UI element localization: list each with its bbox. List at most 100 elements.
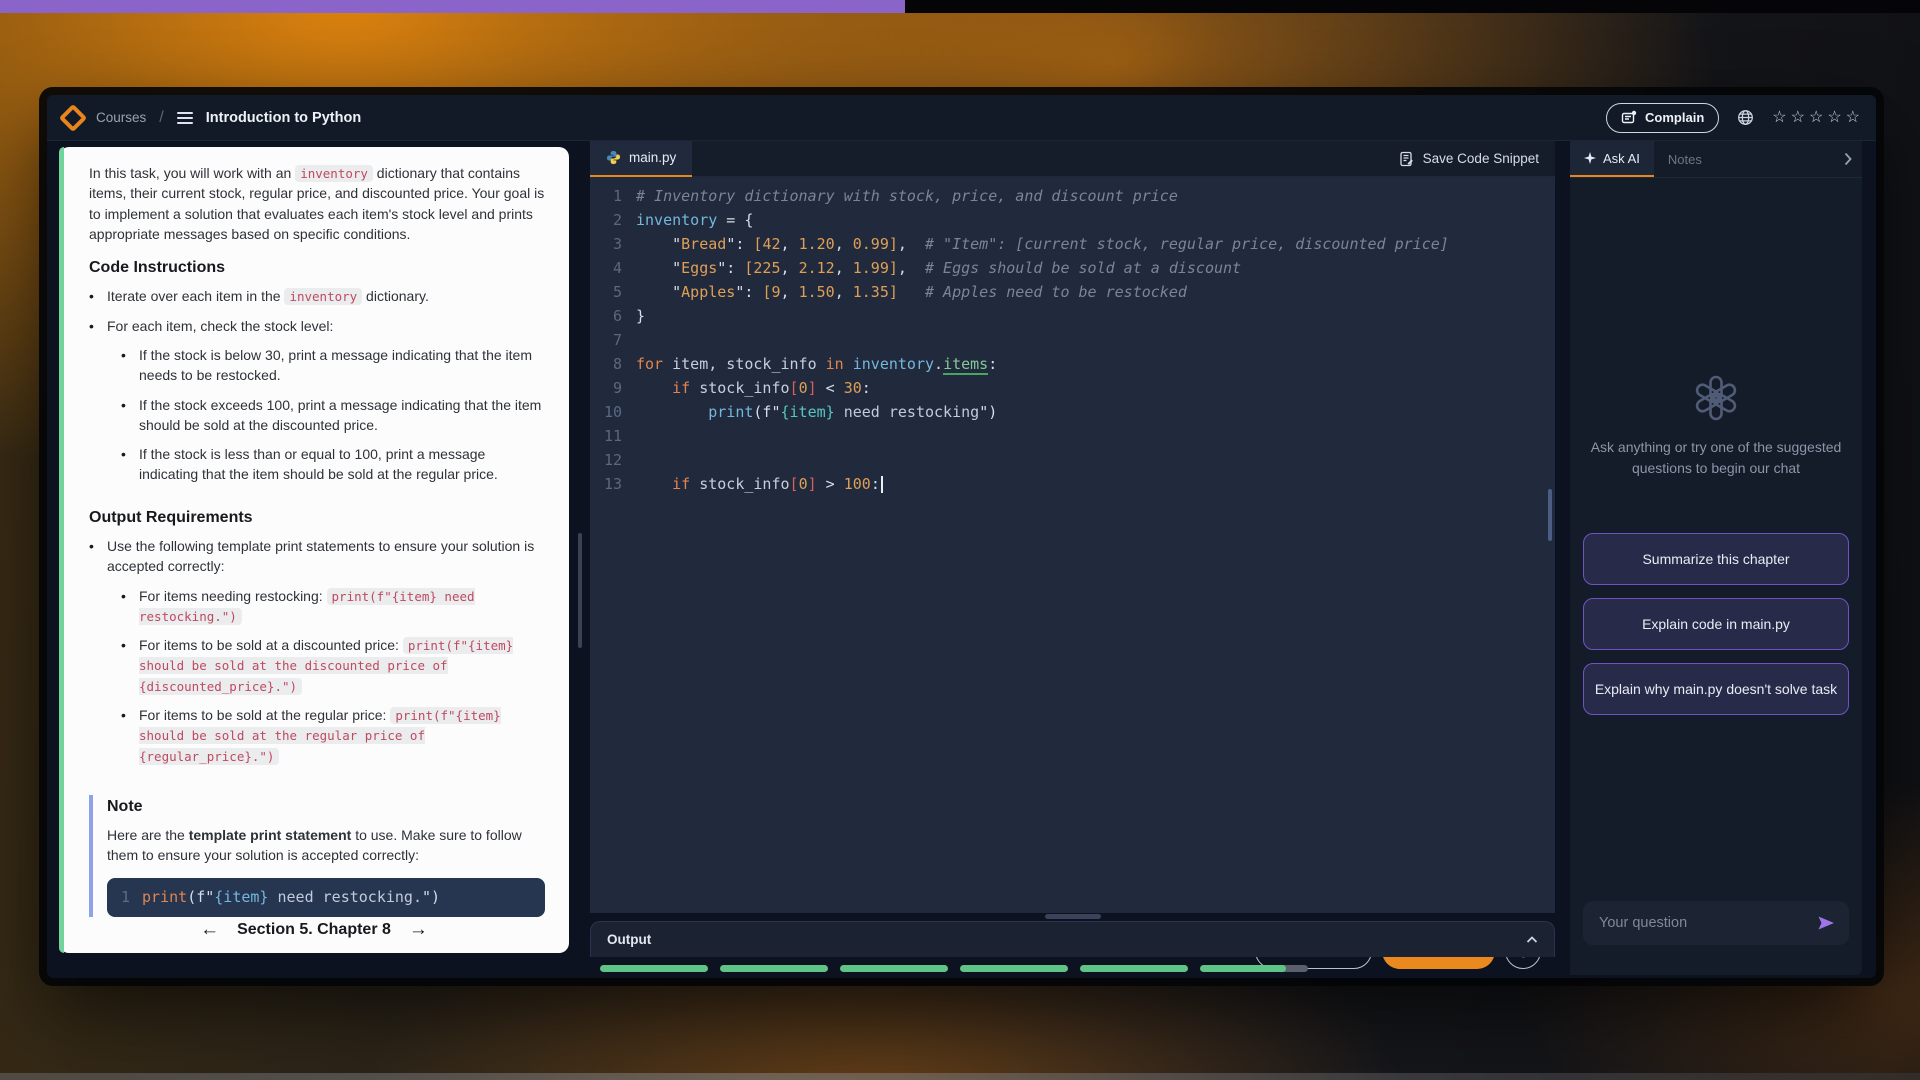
code-line[interactable]: 5 "Apples": [9, 1.50, 1.35] # Apples nee… (590, 280, 1555, 304)
code-line[interactable]: 12 (590, 448, 1555, 472)
line-number: 9 (590, 379, 636, 397)
code-token: ] (889, 235, 898, 253)
line-number: 2 (590, 211, 636, 229)
code-token: [ (790, 475, 799, 493)
line-number: 13 (590, 475, 636, 493)
output-drag-handle[interactable] (1045, 914, 1101, 919)
output-panel-header[interactable]: Output (590, 921, 1555, 957)
note-block: NoteHere are the template print statemen… (89, 795, 545, 918)
code-token: stock_info (690, 379, 789, 397)
code-token: {item} (214, 888, 268, 906)
code-token: print (708, 403, 753, 421)
code-token: 0 (799, 475, 808, 493)
code-token: # Eggs should be sold at a discount (925, 259, 1241, 277)
collapse-panel-button[interactable] (1844, 152, 1862, 166)
code-token: in (826, 355, 844, 373)
code-line[interactable]: 3 "Bread": [42, 1.20, 0.99], # "Item": [… (590, 232, 1555, 256)
list-item-body: For items to be sold at a discounted pri… (139, 635, 545, 696)
sparkle-icon (1584, 152, 1596, 164)
task-panel-scrollbar[interactable] (578, 533, 582, 648)
list-item-body: Use the following template print stateme… (107, 536, 545, 775)
complain-button[interactable]: Complain (1606, 103, 1719, 133)
code-line[interactable]: 2inventory = { (590, 208, 1555, 232)
bullet-glyph: • (121, 395, 129, 436)
code-token: 0 (799, 379, 808, 397)
list-item: •For each item, check the stock level:•I… (89, 316, 545, 494)
python-icon (606, 150, 621, 165)
line-content: for item, stock_info in inventory.items: (636, 355, 997, 373)
code-token: , (781, 235, 799, 253)
code-token: " (636, 283, 681, 301)
star-icon[interactable]: ☆ (1791, 110, 1805, 126)
line-number: 12 (590, 451, 636, 469)
line-number: 1 (590, 187, 636, 205)
brand-logo-icon[interactable] (59, 103, 87, 131)
code-line[interactable]: 13 if stock_info[0] > 100: (590, 472, 1555, 496)
ai-suggestion-button[interactable]: Explain code in main.py (1583, 598, 1849, 650)
ai-question-input[interactable] (1597, 914, 1818, 932)
code-token: 1.35 (853, 283, 889, 301)
code-token: , (835, 259, 853, 277)
tab-main-py[interactable]: main.py (590, 141, 692, 177)
list-item: • Iterate over each item in the inventory… (89, 286, 545, 306)
star-icon[interactable]: ☆ (1772, 110, 1786, 126)
code-editor-area[interactable]: 1# Inventory dictionary with stock, pric… (590, 177, 1555, 913)
list-item-body: Iterate over each item in the inventory … (107, 286, 429, 306)
progress-segment (840, 965, 948, 972)
progress-segment (960, 965, 1068, 972)
code-line[interactable]: 4 "Eggs": [225, 2.12, 1.99], # Eggs shou… (590, 256, 1555, 280)
tab-notes[interactable]: Notes (1654, 152, 1716, 167)
ai-suggestions: Summarize this chapter Explain code in ma… (1583, 533, 1849, 715)
bold-text: template print statement (189, 827, 352, 843)
ai-suggestion-button[interactable]: Explain why main.py doesn't solve task (1583, 663, 1849, 715)
code-token: 30 (844, 379, 862, 397)
desktop-background: Courses / Introduction to Python Complai… (0, 0, 1920, 1080)
line-content: "Bread": [42, 1.20, 0.99], # "Item": [cu… (636, 235, 1449, 253)
bullet-glyph: • (89, 286, 97, 306)
list-item-text: Use the following template print stateme… (107, 536, 545, 577)
code-line[interactable]: 8for item, stock_info in inventory.items… (590, 352, 1555, 376)
code-token: ") (422, 888, 440, 906)
chevron-up-icon[interactable] (1526, 936, 1538, 944)
note-code-block: 1print(f"{item} need restocking.") (107, 878, 545, 918)
app-window: Courses / Introduction to Python Complai… (47, 95, 1876, 978)
bullet-glyph: • (121, 705, 129, 766)
rating-stars[interactable]: ☆☆☆☆☆ (1772, 110, 1860, 126)
line-number: 11 (590, 427, 636, 445)
code-line[interactable]: 1# Inventory dictionary with stock, pric… (590, 184, 1555, 208)
breadcrumb-courses[interactable]: Courses (96, 110, 146, 125)
task-content: In this task, you will work with an inve… (59, 147, 569, 953)
list-item-text: For items to be sold at a discounted pri… (139, 635, 545, 696)
language-globe-icon[interactable] (1737, 109, 1754, 126)
star-icon[interactable]: ☆ (1827, 110, 1841, 126)
star-icon[interactable]: ☆ (1809, 110, 1823, 126)
send-icon[interactable] (1818, 916, 1835, 930)
code-line[interactable]: 6} (590, 304, 1555, 328)
line-content: inventory = { (636, 211, 753, 229)
code-line[interactable]: 9 if stock_info[0] < 30: (590, 376, 1555, 400)
code-line[interactable]: 7 (590, 328, 1555, 352)
list-item-text: Iterate over each item in the inventory … (107, 286, 429, 306)
star-icon[interactable]: ☆ (1846, 110, 1860, 126)
line-content: if stock_info[0] > 100: (636, 475, 883, 493)
inline-code: inventory (284, 288, 362, 305)
list-item-body: If the stock is below 30, print a messag… (139, 345, 545, 386)
code-line[interactable]: 10 print(f"{item} need restocking") (590, 400, 1555, 424)
course-menu-icon[interactable] (177, 112, 193, 124)
list-item: •If the stock exceeds 100, print a messa… (121, 395, 545, 436)
save-code-snippet-button[interactable]: Save Code Snippet (1393, 150, 1555, 168)
code-token: " (636, 259, 681, 277)
code-line[interactable]: 11 (590, 424, 1555, 448)
list-item: •For items to be sold at the regular pri… (121, 705, 545, 766)
save-snippet-icon (1399, 151, 1415, 167)
next-chapter-button[interactable]: → (409, 919, 428, 941)
list-item-text: For items needing restocking: print(f"{i… (139, 586, 545, 627)
editor-scrollbar[interactable] (1548, 489, 1552, 541)
task-description-panel: In this task, you will work with an inve… (59, 147, 569, 953)
ai-question-inputwrap (1583, 901, 1849, 945)
code-token: [ (790, 379, 799, 397)
ai-suggestion-button[interactable]: Summarize this chapter (1583, 533, 1849, 585)
code-token: ] (889, 259, 898, 277)
tab-ask-ai[interactable]: Ask AI (1570, 141, 1654, 177)
prev-chapter-button[interactable]: ← (200, 919, 219, 941)
